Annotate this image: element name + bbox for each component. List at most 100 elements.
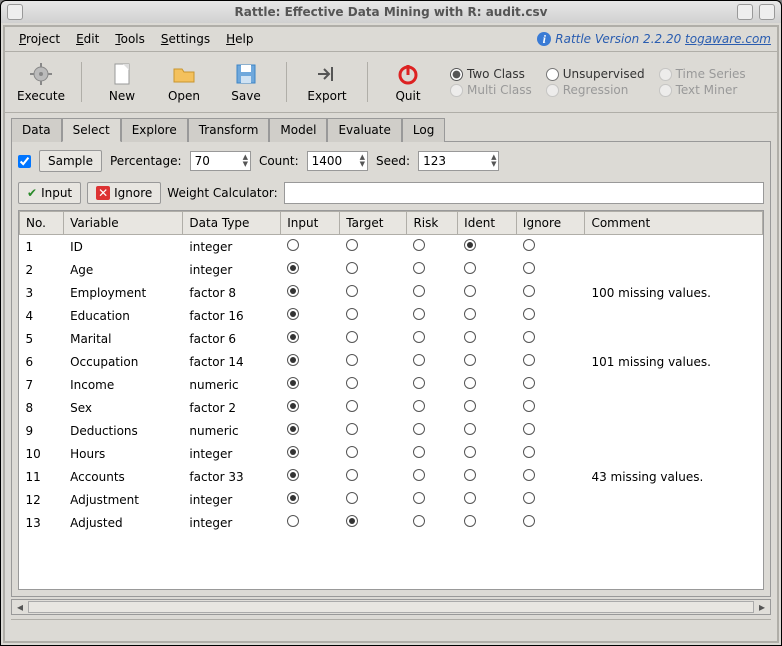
role-radio-input[interactable] — [281, 304, 340, 327]
role-radio-input[interactable] — [281, 488, 340, 511]
horizontal-scrollbar[interactable]: ◂ ▸ — [11, 599, 771, 615]
role-radio-target[interactable] — [340, 511, 407, 534]
role-radio-ignore[interactable] — [516, 258, 585, 281]
role-radio-risk[interactable] — [407, 488, 458, 511]
role-radio-ident[interactable] — [458, 281, 517, 304]
table-row[interactable]: 7Incomenumeric — [20, 373, 763, 396]
role-radio-ignore[interactable] — [516, 511, 585, 534]
role-radio-target[interactable] — [340, 327, 407, 350]
role-radio-target[interactable] — [340, 258, 407, 281]
table-row[interactable]: 9Deductionsnumeric — [20, 419, 763, 442]
chevron-down-icon[interactable]: ▼ — [489, 161, 498, 168]
column-header[interactable]: Ident — [458, 212, 517, 235]
menu-project[interactable]: Project — [11, 30, 68, 48]
table-row[interactable]: 11Accountsfactor 3343 missing values. — [20, 465, 763, 488]
role-radio-ident[interactable] — [458, 327, 517, 350]
role-radio-ident[interactable] — [458, 373, 517, 396]
table-row[interactable]: 1IDinteger — [20, 235, 763, 259]
role-radio-input[interactable] — [281, 511, 340, 534]
chevron-left-icon[interactable]: ◂ — [12, 600, 28, 614]
role-radio-input[interactable] — [281, 350, 340, 373]
radio-unsupervised[interactable]: Unsupervised — [546, 67, 645, 81]
role-radio-input[interactable] — [281, 327, 340, 350]
table-row[interactable]: 4Educationfactor 16 — [20, 304, 763, 327]
column-header[interactable]: Input — [281, 212, 340, 235]
role-radio-risk[interactable] — [407, 465, 458, 488]
radio-twoclass[interactable]: Two Class — [450, 67, 532, 81]
seed-spinner[interactable]: ▲▼ — [418, 151, 499, 171]
execute-button[interactable]: Execute — [13, 58, 69, 106]
tab-evaluate[interactable]: Evaluate — [327, 118, 401, 142]
open-button[interactable]: Open — [156, 58, 212, 106]
tab-transform[interactable]: Transform — [188, 118, 270, 142]
role-radio-risk[interactable] — [407, 304, 458, 327]
role-radio-target[interactable] — [340, 488, 407, 511]
role-radio-target[interactable] — [340, 373, 407, 396]
role-radio-ident[interactable] — [458, 350, 517, 373]
table-row[interactable]: 2Ageinteger — [20, 258, 763, 281]
ignore-button[interactable]: ✕Ignore — [87, 182, 161, 204]
chevron-right-icon[interactable]: ▸ — [754, 600, 770, 614]
role-radio-ignore[interactable] — [516, 419, 585, 442]
role-radio-ident[interactable] — [458, 465, 517, 488]
maximize-button[interactable] — [737, 4, 753, 20]
chevron-down-icon[interactable]: ▼ — [358, 161, 367, 168]
role-radio-ident[interactable] — [458, 442, 517, 465]
new-button[interactable]: New — [94, 58, 150, 106]
role-radio-target[interactable] — [340, 304, 407, 327]
role-radio-ignore[interactable] — [516, 350, 585, 373]
table-row[interactable]: 8Sexfactor 2 — [20, 396, 763, 419]
table-row[interactable]: 12Adjustmentinteger — [20, 488, 763, 511]
role-radio-risk[interactable] — [407, 373, 458, 396]
table-row[interactable]: 10Hoursinteger — [20, 442, 763, 465]
tab-model[interactable]: Model — [269, 118, 327, 142]
column-header[interactable]: Variable — [64, 212, 183, 235]
quit-button[interactable]: Quit — [380, 58, 436, 106]
version-link[interactable]: togaware.com — [685, 32, 771, 46]
table-row[interactable]: 6Occupationfactor 14101 missing values. — [20, 350, 763, 373]
table-row[interactable]: 13Adjustedinteger — [20, 511, 763, 534]
tab-select[interactable]: Select — [62, 118, 121, 142]
tab-data[interactable]: Data — [11, 118, 62, 142]
column-header[interactable]: No. — [20, 212, 64, 235]
role-radio-input[interactable] — [281, 281, 340, 304]
column-header[interactable]: Comment — [585, 212, 763, 235]
tab-log[interactable]: Log — [402, 118, 445, 142]
save-button[interactable]: Save — [218, 58, 274, 106]
role-radio-input[interactable] — [281, 465, 340, 488]
role-radio-risk[interactable] — [407, 281, 458, 304]
role-radio-risk[interactable] — [407, 396, 458, 419]
role-radio-risk[interactable] — [407, 258, 458, 281]
role-radio-ignore[interactable] — [516, 396, 585, 419]
role-radio-risk[interactable] — [407, 442, 458, 465]
role-radio-ignore[interactable] — [516, 327, 585, 350]
role-radio-ident[interactable] — [458, 396, 517, 419]
role-radio-ignore[interactable] — [516, 304, 585, 327]
sample-checkbox[interactable] — [18, 155, 31, 168]
percentage-spinner[interactable]: ▲▼ — [190, 151, 251, 171]
close-button[interactable] — [759, 4, 775, 20]
count-spinner[interactable]: ▲▼ — [307, 151, 368, 171]
role-radio-ignore[interactable] — [516, 373, 585, 396]
role-radio-ident[interactable] — [458, 511, 517, 534]
role-radio-input[interactable] — [281, 442, 340, 465]
table-row[interactable]: 3Employmentfactor 8100 missing values. — [20, 281, 763, 304]
role-radio-target[interactable] — [340, 281, 407, 304]
role-radio-input[interactable] — [281, 258, 340, 281]
role-radio-ident[interactable] — [458, 488, 517, 511]
role-radio-risk[interactable] — [407, 235, 458, 259]
role-radio-target[interactable] — [340, 235, 407, 259]
role-radio-ident[interactable] — [458, 304, 517, 327]
minimize-button[interactable] — [7, 4, 23, 20]
sample-button[interactable]: Sample — [39, 150, 102, 172]
role-radio-ignore[interactable] — [516, 488, 585, 511]
role-radio-ident[interactable] — [458, 419, 517, 442]
role-radio-target[interactable] — [340, 419, 407, 442]
column-header[interactable]: Risk — [407, 212, 458, 235]
role-radio-input[interactable] — [281, 235, 340, 259]
tab-explore[interactable]: Explore — [121, 118, 188, 142]
role-radio-ident[interactable] — [458, 258, 517, 281]
column-header[interactable]: Ignore — [516, 212, 585, 235]
role-radio-input[interactable] — [281, 373, 340, 396]
role-radio-ignore[interactable] — [516, 442, 585, 465]
